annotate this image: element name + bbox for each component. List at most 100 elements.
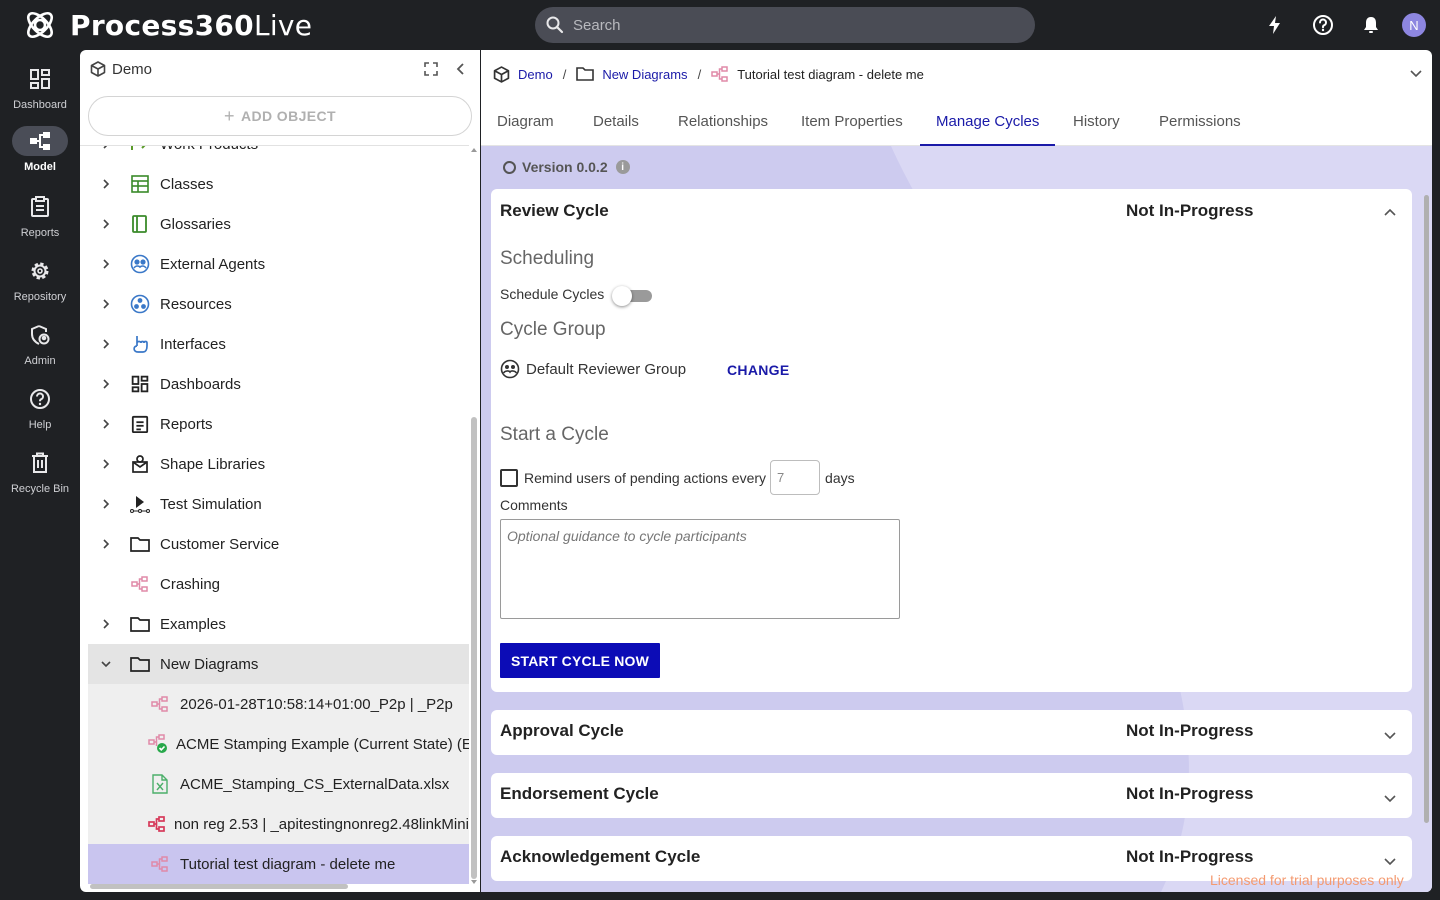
tree-item[interactable]: Examples (88, 604, 469, 644)
tab-manage-cycles[interactable]: Manage Cycles (920, 102, 1056, 146)
chevron-down-icon[interactable] (1384, 728, 1396, 746)
nav-reports[interactable]: Reports (0, 192, 80, 256)
tree-item[interactable]: External Agents (88, 244, 469, 284)
nav-model[interactable]: Model (0, 126, 80, 190)
tree-item[interactable]: Customer Service (88, 524, 469, 564)
diagram-icon (148, 692, 172, 716)
search-input[interactable] (573, 16, 1013, 34)
tree-item[interactable]: non reg 2.53 | _apitestingnonreg2.48link… (88, 804, 469, 844)
lightning-icon[interactable] (1258, 8, 1292, 42)
chevron-up-icon[interactable] (1384, 205, 1396, 223)
app-logo[interactable]: Process360Live (22, 8, 312, 42)
chevron-right-icon[interactable] (94, 146, 118, 156)
diagram-published-icon (148, 732, 168, 756)
tree-item[interactable]: Work Products (88, 146, 469, 164)
tree-item[interactable]: Crashing (88, 564, 469, 604)
chevron-down-icon[interactable] (1384, 854, 1396, 872)
nav-dashboard[interactable]: Dashboard (0, 64, 80, 128)
breadcrumb-root[interactable]: Demo (518, 67, 553, 82)
main-area: Demo / New Diagrams / Tutorial test diag… (481, 50, 1432, 892)
nav-admin[interactable]: Admin (0, 320, 80, 384)
tab-relationships[interactable]: Relationships (678, 102, 768, 146)
breadcrumb-separator: / (697, 66, 702, 82)
tree-item-label: Work Products (160, 146, 258, 153)
nav-repository[interactable]: Repository (0, 256, 80, 320)
remind-checkbox[interactable] (500, 468, 518, 487)
explorer-panel: Demo + ADD OBJECT Work Products Classes Glo… (80, 50, 480, 892)
tree-item-label: non reg 2.53 | _apitestingnonreg2.48link… (174, 815, 469, 833)
tree-item[interactable]: Interfaces (88, 324, 469, 364)
nav-label: Admin (24, 355, 56, 367)
chevron-right-icon[interactable] (94, 452, 118, 476)
approval-cycle-card[interactable]: Approval Cycle Not In-Progress (491, 710, 1412, 755)
chevron-right-icon[interactable] (94, 332, 118, 356)
left-nav: Dashboard Model Reports Repository Admin… (0, 50, 80, 900)
content-scrollbar[interactable] (1422, 170, 1430, 890)
chevron-right-icon[interactable] (94, 412, 118, 436)
tree-vertical-scrollbar[interactable] (469, 145, 479, 887)
add-object-button[interactable]: + ADD OBJECT (88, 96, 472, 136)
info-icon[interactable]: i (615, 160, 630, 174)
chevron-right-icon[interactable] (94, 492, 118, 516)
panel-header: Demo (80, 50, 480, 88)
tree-item[interactable]: Shape Libraries (88, 444, 469, 484)
chevron-right-icon[interactable] (94, 252, 118, 276)
breadcrumb-folder[interactable]: New Diagrams (602, 67, 687, 82)
chevron-down-icon[interactable] (1384, 791, 1396, 809)
tree-item[interactable]: Resources (88, 284, 469, 324)
endorsement-cycle-title: Endorsement Cycle (500, 784, 659, 803)
expand-icon[interactable] (424, 62, 438, 76)
nav-recycle-bin[interactable]: Recycle Bin (0, 448, 80, 512)
breadcrumb-separator: / (562, 66, 567, 82)
chevron-down-icon[interactable] (94, 652, 118, 676)
schedule-cycles-toggle[interactable] (612, 286, 652, 306)
chevron-right-icon[interactable] (94, 172, 118, 196)
approval-cycle-title: Approval Cycle (500, 721, 624, 740)
avatar[interactable]: N (1402, 13, 1426, 37)
tab-item-properties[interactable]: Item Properties (801, 102, 903, 146)
search-box[interactable] (535, 7, 1035, 43)
top-bar: Process360Live N (0, 0, 1440, 50)
bell-icon[interactable] (1354, 8, 1388, 42)
chevron-right-icon[interactable] (94, 212, 118, 236)
review-cycle-status: Not In-Progress (1126, 201, 1254, 220)
diagram-icon (148, 852, 172, 876)
tree-item-label: External Agents (160, 255, 266, 273)
tab-history[interactable]: History (1073, 102, 1120, 146)
tab-details[interactable]: Details (593, 102, 639, 146)
tree-item-label: ACME Stamping Example (Current State) (E… (176, 735, 469, 753)
tree-item[interactable]: Dashboards (88, 364, 469, 404)
glossary-icon (128, 212, 152, 236)
chevron-right-icon[interactable] (94, 532, 118, 556)
tree-item[interactable]: Tutorial test diagram - delete me (88, 844, 469, 884)
start-cycle-button[interactable]: START CYCLE NOW (500, 643, 660, 678)
chevron-down-icon[interactable] (1410, 66, 1422, 84)
tree-item[interactable]: Reports (88, 404, 469, 444)
tree-item[interactable]: ACME_Stamping_CS_ExternalData.xlsx (88, 764, 469, 804)
cube-icon (493, 65, 510, 83)
change-group-button[interactable]: CHANGE (727, 362, 789, 378)
review-cycle-title[interactable]: Review Cycle (500, 201, 609, 221)
remind-days-input[interactable] (770, 460, 821, 495)
tree-item[interactable]: New Diagrams (88, 644, 469, 684)
chevron-right-icon[interactable] (94, 292, 118, 316)
work-products-icon (128, 146, 152, 156)
tree-horizontal-scrollbar[interactable] (82, 881, 468, 891)
tree-item[interactable]: Test Simulation (88, 484, 469, 524)
help-icon[interactable] (1306, 8, 1340, 42)
tree-item[interactable]: ACME Stamping Example (Current State) (E… (88, 724, 469, 764)
collapse-panel-icon[interactable] (454, 62, 468, 76)
tab-diagram[interactable]: Diagram (497, 102, 554, 146)
comments-field[interactable] (500, 519, 900, 619)
tab-permissions[interactable]: Permissions (1159, 102, 1241, 146)
nav-help[interactable]: Help (0, 384, 80, 448)
chevron-right-icon[interactable] (94, 612, 118, 636)
tree-item[interactable]: Glossaries (88, 204, 469, 244)
chevron-right-icon[interactable] (94, 372, 118, 396)
version-indicator: Version 0.0.2 i (503, 159, 630, 175)
acknowledgement-cycle-title: Acknowledgement Cycle (500, 847, 701, 866)
tree-item[interactable]: Classes (88, 164, 469, 204)
endorsement-cycle-card[interactable]: Endorsement Cycle Not In-Progress (491, 773, 1412, 818)
breadcrumb: Demo / New Diagrams / Tutorial test diag… (493, 64, 924, 84)
tree-item[interactable]: 2026-01-28T10:58:14+01:00_P2p | _P2p (88, 684, 469, 724)
